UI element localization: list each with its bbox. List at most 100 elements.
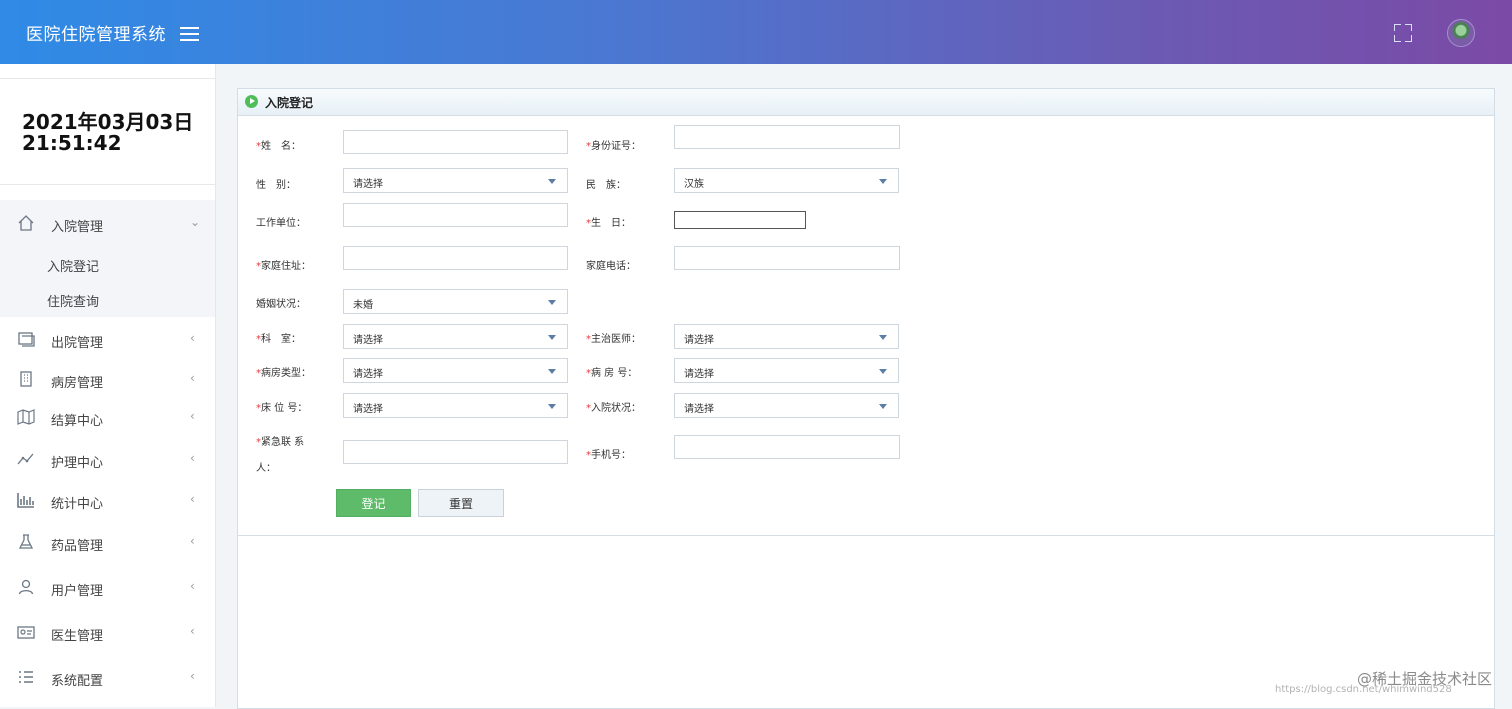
- sidebar-item-statistics[interactable]: 统计中心 ‹: [0, 483, 215, 519]
- sidebar-item-label: 入院管理: [51, 220, 104, 235]
- chevron-left-icon: ‹: [190, 371, 195, 385]
- divider: [0, 78, 215, 79]
- time-text: 21:51:42: [22, 131, 122, 155]
- mobile-input[interactable]: [674, 435, 900, 459]
- sidebar-item-label: 病房管理: [51, 376, 104, 391]
- sidebar-item-label: 医生管理: [51, 629, 104, 644]
- caret-down-icon: [548, 179, 556, 184]
- chevron-left-icon: ‹: [190, 534, 195, 548]
- sidebar-item-nursing[interactable]: 护理中心 ‹: [0, 442, 215, 478]
- name-input[interactable]: [343, 130, 568, 154]
- sidebar-item-label: 出院管理: [51, 336, 104, 351]
- department-select[interactable]: 请选择: [343, 324, 568, 349]
- attending-doctor-select[interactable]: 请选择: [674, 324, 899, 349]
- attending-doctor-label: *主治医师：: [586, 334, 641, 345]
- gender-select-value: 请选择: [353, 179, 383, 190]
- ethnic-select[interactable]: 汉族: [674, 168, 899, 193]
- caret-down-icon: [548, 369, 556, 374]
- bed-number-label: *床 位 号：: [256, 403, 308, 414]
- sidebar-item-users[interactable]: 用户管理 ‹: [0, 570, 215, 606]
- panel-header: 入院登记: [238, 89, 1494, 116]
- line-chart-icon: [16, 450, 36, 470]
- user-avatar[interactable]: [1447, 19, 1475, 47]
- sidebar-item-discharge[interactable]: 出院管理 ‹: [0, 322, 215, 358]
- caret-down-icon: [879, 369, 887, 374]
- divider: [0, 184, 215, 185]
- register-button[interactable]: 登记: [336, 489, 411, 517]
- gender-select[interactable]: 请选择: [343, 168, 568, 193]
- sidebar-item-label: 护理中心: [51, 456, 104, 471]
- ward-number-select-value: 请选择: [684, 369, 714, 380]
- emergency-contact-label-cont: 人：: [256, 463, 276, 474]
- map-icon: [16, 408, 36, 428]
- ward-number-label: *病 房 号：: [586, 368, 638, 379]
- user-icon: [16, 578, 36, 598]
- flask-icon: [16, 533, 36, 553]
- sidebar-item-label: 统计中心: [51, 497, 104, 512]
- chevron-left-icon: ‹: [190, 579, 195, 593]
- caret-down-icon: [879, 179, 887, 184]
- sidebar-item-label: 用户管理: [51, 584, 104, 599]
- address-input[interactable]: [343, 246, 568, 270]
- workplace-label: 工作单位：: [256, 218, 306, 229]
- bar-chart-icon: [16, 491, 36, 511]
- chevron-down-icon: ⌄: [190, 215, 201, 229]
- bed-number-select[interactable]: 请选择: [343, 393, 568, 418]
- app-title: 医院住院管理系统: [26, 25, 166, 45]
- birthday-input[interactable]: [674, 211, 806, 229]
- emergency-contact-input[interactable]: [343, 440, 568, 464]
- fullscreen-icon[interactable]: [1394, 24, 1412, 42]
- workplace-input[interactable]: [343, 203, 568, 227]
- sidebar-item-settlement[interactable]: 结算中心 ‹: [0, 400, 215, 436]
- bed-number-select-value: 请选择: [353, 404, 383, 415]
- admission-form: *姓 名： *身份证号： 性 别： 请选择 民 族： 汉族 工作单位： *生 日…: [238, 115, 1494, 536]
- ward-type-select[interactable]: 请选择: [343, 358, 568, 383]
- chevron-left-icon: ‹: [190, 331, 195, 345]
- building-icon: [16, 370, 36, 390]
- birthday-label: *生 日：: [586, 218, 631, 229]
- sidebar-item-doctors[interactable]: 医生管理 ‹: [0, 615, 215, 651]
- sidebar-item-ward[interactable]: 病房管理 ‹: [0, 362, 215, 398]
- sidebar-item-system-config[interactable]: 系统配置 ‹: [0, 660, 215, 696]
- chevron-left-icon: ‹: [190, 451, 195, 465]
- id-number-input[interactable]: [674, 125, 900, 149]
- ward-type-label: *病房类型：: [256, 368, 311, 379]
- caret-down-icon: [548, 300, 556, 305]
- sidebar-item-label: 结算中心: [51, 414, 104, 429]
- marital-select[interactable]: 未婚: [343, 289, 568, 314]
- admission-condition-select[interactable]: 请选择: [674, 393, 899, 418]
- ward-type-select-value: 请选择: [353, 369, 383, 380]
- hamburger-menu-icon[interactable]: [180, 27, 199, 42]
- caret-down-icon: [879, 404, 887, 409]
- id-number-label: *身份证号：: [586, 141, 641, 152]
- caret-down-icon: [548, 404, 556, 409]
- sidebar-item-medicine[interactable]: 药品管理 ‹: [0, 525, 215, 561]
- admission-condition-select-value: 请选择: [684, 404, 714, 415]
- home-phone-input[interactable]: [674, 246, 900, 270]
- play-circle-icon: [245, 95, 258, 108]
- chevron-left-icon: ‹: [190, 409, 195, 423]
- ward-number-select[interactable]: 请选择: [674, 358, 899, 383]
- sidebar-item-label: 系统配置: [51, 674, 104, 689]
- home-icon: [16, 214, 36, 234]
- sidebar-item-label: 药品管理: [51, 539, 104, 554]
- sidebar-subitem-inpatient-query[interactable]: 住院查询: [47, 291, 99, 310]
- chevron-left-icon: ‹: [190, 492, 195, 506]
- chevron-left-icon: ‹: [190, 669, 195, 683]
- watermark-url: https://blog.csdn.net/whimwind528: [1275, 684, 1452, 695]
- marital-label: 婚姻状况：: [256, 299, 306, 310]
- caret-down-icon: [548, 335, 556, 340]
- id-card-icon: [16, 623, 36, 643]
- date-text: 2021年03月03日: [22, 110, 194, 134]
- gender-label: 性 别：: [256, 180, 296, 191]
- sidebar-item-admission[interactable]: 入院管理 ⌄: [0, 206, 215, 242]
- caret-down-icon: [879, 335, 887, 340]
- department-label: *科 室：: [256, 334, 301, 345]
- emergency-contact-label: *紧急联 系: [256, 437, 305, 448]
- reset-button[interactable]: 重置: [418, 489, 504, 517]
- name-label: *姓 名：: [256, 141, 301, 152]
- marital-select-value: 未婚: [353, 300, 373, 311]
- sidebar-subitem-admission-register[interactable]: 入院登记: [47, 256, 99, 275]
- discharge-icon: [16, 330, 36, 350]
- mobile-label: *手机号：: [586, 450, 631, 461]
